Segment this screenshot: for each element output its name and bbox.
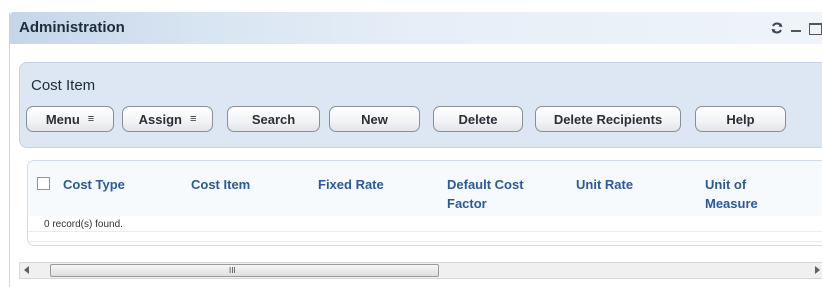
help-button[interactable]: Help — [695, 106, 786, 132]
portlet-header: Administration — [10, 12, 822, 44]
grid-row-divider — [28, 241, 822, 242]
delete-recipients-button[interactable]: Delete Recipients — [535, 106, 681, 132]
delete-recipients-button-label: Delete Recipients — [553, 111, 663, 127]
scrollbar-thumb[interactable]: III — [50, 264, 439, 277]
new-button[interactable]: New — [329, 106, 420, 132]
new-button-label: New — [361, 111, 388, 127]
portlet-content: Cost Item Menu ≡ Assign ≡ Search New Del… — [10, 44, 822, 287]
delete-button[interactable]: Delete — [433, 106, 523, 132]
grid-header-row: Cost Type Cost Item Fixed Rate Default C… — [28, 161, 822, 216]
delete-button-label: Delete — [458, 111, 498, 127]
select-all-checkbox[interactable] — [37, 177, 50, 190]
column-header-default-cost-factor[interactable]: Default Cost Factor — [447, 175, 557, 213]
maximize-icon[interactable] — [808, 21, 822, 35]
assign-button[interactable]: Assign ≡ — [122, 106, 213, 132]
header-controls — [770, 20, 822, 36]
column-header-unit-rate[interactable]: Unit Rate — [576, 175, 633, 194]
menu-dropdown-icon: ≡ — [87, 113, 95, 125]
column-header-unit-of-measure[interactable]: Unit of Measure — [705, 175, 785, 213]
assign-dropdown-icon: ≡ — [189, 113, 197, 125]
scroll-left-arrow-icon[interactable] — [24, 266, 29, 274]
cost-item-title: Cost Item — [31, 77, 96, 94]
column-header-cost-item[interactable]: Cost Item — [191, 175, 250, 194]
search-button-label: Search — [251, 111, 296, 127]
assign-button-label: Assign — [138, 111, 182, 127]
help-button-label: Help — [726, 111, 755, 127]
cost-item-panel: Cost Item Menu ≡ Assign ≡ Search New Del… — [19, 62, 822, 148]
administration-portlet: Administration Cost Item Menu ≡ Assign ≡… — [9, 12, 822, 287]
minimize-icon[interactable] — [789, 21, 803, 35]
grid-row-divider — [28, 231, 822, 232]
scrollbar-grip-icon: III — [229, 266, 236, 275]
cost-item-grid: Cost Type Cost Item Fixed Rate Default C… — [27, 160, 822, 246]
horizontal-scrollbar[interactable]: III — [19, 262, 822, 279]
record-count-text: 0 record(s) found. — [44, 219, 123, 230]
refresh-icon[interactable] — [770, 21, 784, 35]
column-header-cost-type[interactable]: Cost Type — [63, 175, 125, 194]
search-button[interactable]: Search — [227, 106, 320, 132]
menu-button[interactable]: Menu ≡ — [26, 106, 114, 132]
scroll-right-arrow-icon[interactable] — [815, 266, 820, 274]
menu-button-label: Menu — [45, 111, 80, 127]
portlet-title: Administration — [19, 19, 125, 36]
column-header-fixed-rate[interactable]: Fixed Rate — [318, 175, 384, 194]
